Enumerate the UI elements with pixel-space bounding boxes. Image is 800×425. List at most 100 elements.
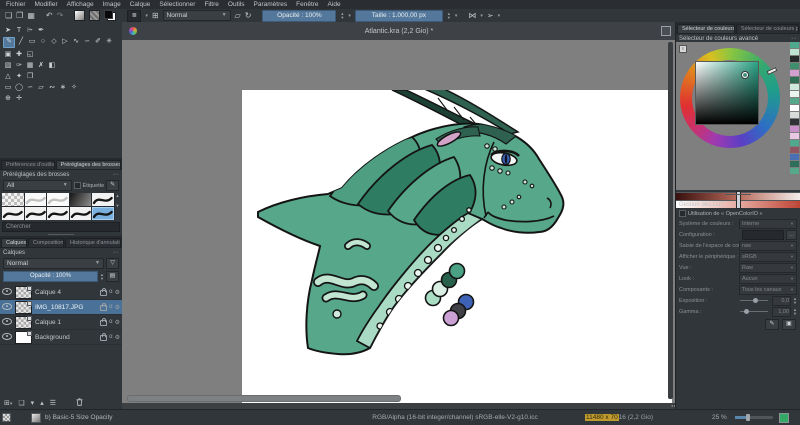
canvas-page[interactable] bbox=[242, 90, 672, 403]
lut-dropdown[interactable]: raw▼ bbox=[739, 241, 797, 251]
lut-dropdown[interactable]: Aucun▼ bbox=[739, 274, 797, 284]
magnetic-select-tool[interactable]: ∾ bbox=[47, 83, 57, 92]
mirror-view-icon[interactable]: ⋈ bbox=[468, 11, 476, 20]
history-swatch[interactable] bbox=[790, 133, 799, 139]
history-swatch[interactable] bbox=[790, 63, 799, 69]
canvas-artwork[interactable] bbox=[242, 90, 672, 403]
history-swatch[interactable] bbox=[790, 126, 799, 132]
multibrush-tool[interactable]: ✳ bbox=[104, 37, 114, 46]
rect-select-tool[interactable]: ▭ bbox=[3, 83, 13, 92]
polyline-tool[interactable]: ▷ bbox=[60, 37, 70, 46]
zoom-slider-handle[interactable] bbox=[746, 414, 750, 421]
tab-advanced-color-selector[interactable]: Sélecteur de couleurs a... bbox=[677, 24, 735, 33]
lut-slider-handle[interactable] bbox=[744, 309, 749, 314]
opacity-caret-icon[interactable]: ▾ bbox=[348, 13, 351, 19]
menu-item-fenêtre[interactable]: Fenêtre bbox=[296, 1, 318, 8]
wrap-caret-icon[interactable]: ▾ bbox=[498, 13, 501, 19]
calligraphy-tool[interactable]: ✒ bbox=[36, 26, 46, 35]
lut-dropdown[interactable]: Interne▼ bbox=[739, 219, 797, 229]
bezier-select-tool[interactable]: ✧ bbox=[69, 83, 79, 92]
brush-settings-icon[interactable]: ✎ bbox=[106, 180, 119, 191]
lut-spin-icons[interactable]: ▲▼ bbox=[793, 308, 797, 316]
layer-blend-mode-dropdown[interactable]: Normal▼ bbox=[3, 258, 104, 269]
menu-item-aide[interactable]: Aide bbox=[328, 1, 341, 8]
brush-editor-caret-icon[interactable]: ▾ bbox=[145, 13, 148, 19]
menu-item-calque[interactable]: Calque bbox=[130, 1, 151, 8]
move-layer-down-icon[interactable]: ▾ bbox=[31, 399, 35, 407]
filter-icon[interactable]: ▽ bbox=[106, 258, 119, 269]
history-swatch[interactable] bbox=[790, 119, 799, 125]
tab-layers[interactable]: Calques bbox=[1, 238, 27, 247]
brush-preset-4[interactable] bbox=[70, 193, 92, 206]
history-swatch[interactable] bbox=[790, 56, 799, 62]
brush-preset-9[interactable] bbox=[70, 207, 92, 220]
saturation-value-square[interactable] bbox=[695, 61, 759, 125]
dynamic-brush-tool[interactable]: ✐ bbox=[93, 37, 103, 46]
visibility-toggle[interactable] bbox=[2, 303, 12, 312]
edit-shapes-tool[interactable]: ⌲ bbox=[25, 26, 35, 35]
brush-preset-7[interactable] bbox=[25, 207, 47, 220]
lock-icon[interactable] bbox=[100, 320, 107, 326]
layer-row[interactable]: Calque 4α⚙ bbox=[0, 285, 122, 300]
layer-settings-icon[interactable]: ⚙ bbox=[115, 334, 120, 341]
text-tool[interactable]: T bbox=[14, 26, 24, 35]
lock-icon[interactable] bbox=[100, 290, 107, 296]
layer-settings-icon[interactable]: ⚙ bbox=[115, 289, 120, 296]
undo-icon[interactable]: ↶ bbox=[46, 11, 53, 20]
measure-tool[interactable]: △ bbox=[3, 72, 13, 81]
layer-options-icon[interactable]: ▤ bbox=[106, 271, 119, 282]
dock-splitter[interactable] bbox=[676, 192, 800, 196]
select-shapes-tool[interactable]: ➤ bbox=[3, 26, 13, 35]
menu-item-paramètres[interactable]: Paramètres bbox=[254, 1, 288, 8]
polygon-tool[interactable]: ◇ bbox=[49, 37, 59, 46]
document-titlebar[interactable]: Atlantic.kra (2,2 Gio) * bbox=[122, 22, 676, 41]
size-caret-icon[interactable]: ▾ bbox=[455, 13, 458, 19]
lut-slider[interactable] bbox=[740, 311, 768, 312]
brush-editor-icon[interactable]: ≣ bbox=[127, 10, 141, 22]
delete-layer-icon[interactable] bbox=[76, 398, 83, 408]
wrap-around-icon[interactable]: ➢ bbox=[487, 11, 494, 20]
reload-preset-icon[interactable]: ↻ bbox=[245, 11, 252, 20]
layer-opacity-slider[interactable]: Opacité : 100% bbox=[3, 271, 98, 282]
history-swatch[interactable] bbox=[790, 168, 799, 174]
rectangle-tool[interactable]: ▭ bbox=[27, 37, 37, 46]
menu-item-filtre[interactable]: Filtre bbox=[204, 1, 218, 8]
lut-slider[interactable] bbox=[740, 300, 768, 301]
visibility-toggle[interactable] bbox=[2, 333, 12, 342]
lut-value[interactable]: 1,00 bbox=[772, 307, 791, 317]
lock-icon[interactable] bbox=[100, 305, 107, 311]
lut-slider-handle[interactable] bbox=[753, 298, 758, 303]
open-document-icon[interactable]: ❒ bbox=[16, 11, 23, 20]
history-swatch[interactable] bbox=[790, 91, 799, 97]
reference-images-tool[interactable]: ❒ bbox=[25, 72, 35, 81]
alpha-lock-icon[interactable]: α bbox=[109, 334, 112, 340]
menu-item-modifier[interactable]: Modifier bbox=[35, 1, 58, 8]
brush-preset-1[interactable] bbox=[2, 193, 24, 206]
layer-settings-icon[interactable]: ⚙ bbox=[115, 319, 120, 326]
lut-dropdown[interactable]: Tous les canaux▼ bbox=[739, 285, 797, 295]
zoom-tool[interactable]: ⊕ bbox=[3, 94, 13, 103]
history-swatch[interactable] bbox=[790, 77, 799, 83]
layer-properties-icon[interactable]: ☰ bbox=[50, 399, 56, 407]
lut-dropdown[interactable]: sRGB▼ bbox=[739, 252, 797, 262]
history-swatch[interactable] bbox=[790, 154, 799, 160]
history-swatch[interactable] bbox=[790, 70, 799, 76]
panel-float-icons[interactable]: ▫▫ bbox=[113, 172, 119, 178]
pan-tool[interactable]: ✛ bbox=[14, 94, 24, 103]
layer-opacity-spin-icons[interactable]: ▲▼ bbox=[100, 273, 104, 281]
browse-icon[interactable]: … bbox=[786, 230, 797, 240]
fill-tool[interactable]: ◧ bbox=[47, 61, 57, 70]
gradient-tool[interactable]: ▧ bbox=[3, 61, 13, 70]
history-swatch[interactable] bbox=[790, 140, 799, 146]
preset-filter-dropdown[interactable]: All▼ bbox=[3, 180, 72, 191]
smart-patch-tool[interactable]: ✗ bbox=[36, 61, 46, 70]
visibility-toggle[interactable] bbox=[2, 318, 12, 327]
bezier-curve-tool[interactable]: ∿ bbox=[71, 37, 81, 46]
brush-grid-scrollbar[interactable]: ▲▼ bbox=[115, 193, 120, 220]
tab-specific-color-selector[interactable]: Sélecteur de couleurs part... bbox=[736, 24, 799, 33]
color-sampler-tool[interactable]: ✑ bbox=[14, 61, 24, 70]
menu-item-sélectionner[interactable]: Sélectionner bbox=[159, 1, 195, 8]
brush-preset-8[interactable] bbox=[47, 207, 69, 220]
tag-checkbox[interactable] bbox=[74, 182, 81, 189]
lut-spin-icons[interactable]: ▲▼ bbox=[793, 297, 797, 305]
